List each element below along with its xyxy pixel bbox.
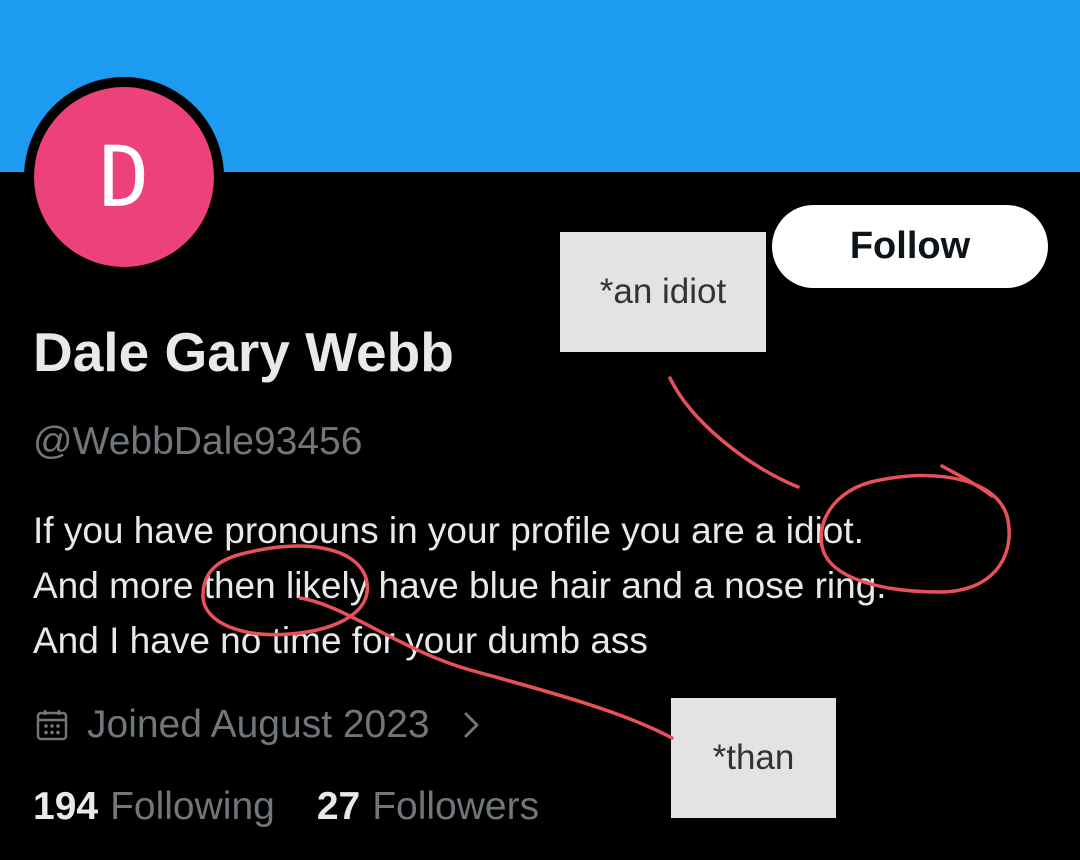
avatar[interactable]: D (34, 87, 214, 267)
joined-date-text: Joined August 2023 (87, 703, 430, 746)
profile-bio: If you have pronouns in your profile you… (33, 503, 1053, 668)
followers-label: Followers (372, 785, 540, 828)
correction-note-than: *than (671, 698, 836, 818)
follow-button[interactable]: Follow (772, 205, 1048, 288)
avatar-letter: D (98, 128, 150, 226)
bio-line: And more then likely have blue hair and … (33, 565, 887, 606)
display-name: Dale Gary Webb (33, 321, 454, 383)
following-link[interactable]: 194 Following (33, 785, 275, 829)
bio-line: And I have no time for your dumb ass (33, 620, 648, 661)
follow-stats: 194 Following 27 Followers (33, 785, 539, 829)
bio-line: If you have pronouns in your profile you… (33, 510, 864, 551)
following-count: 194 (33, 785, 99, 828)
ink-arrow-an-idiot (668, 376, 800, 489)
followers-count: 27 (316, 785, 361, 828)
correction-note-an-idiot: *an idiot (560, 232, 766, 352)
user-handle: @WebbDale93456 (33, 420, 363, 463)
calendar-icon (36, 710, 68, 741)
following-label: Following (110, 785, 275, 828)
followers-link[interactable]: 27 Followers (317, 785, 539, 829)
chevron-right-icon (464, 712, 479, 738)
ink-tick-an-idiot (940, 464, 994, 498)
joined-date-row[interactable]: Joined August 2023 (35, 700, 484, 750)
